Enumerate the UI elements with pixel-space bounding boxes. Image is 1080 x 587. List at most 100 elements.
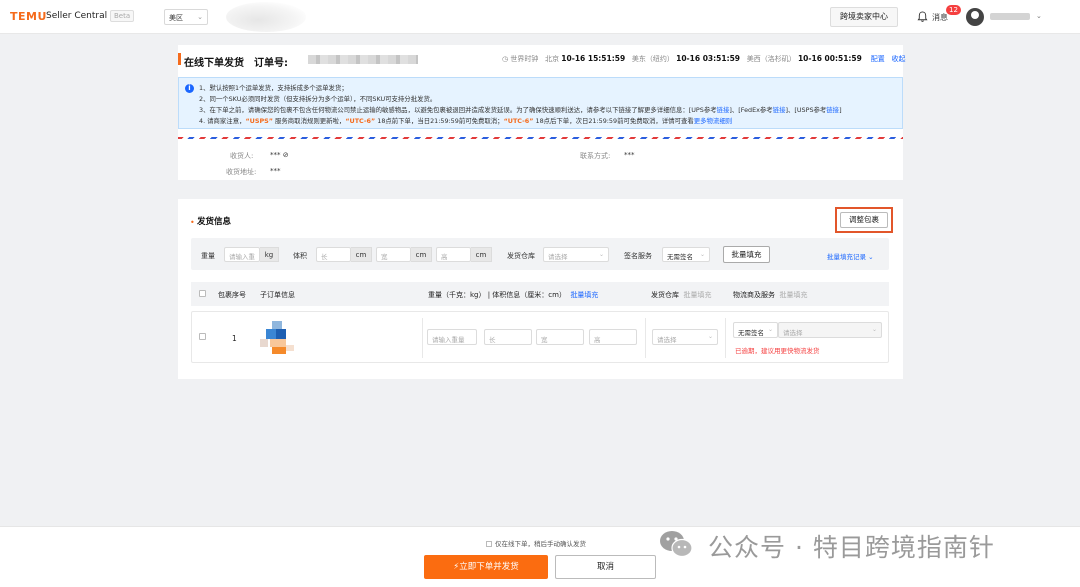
cross-border-center-button[interactable]: 跨境卖家中心	[830, 7, 898, 27]
watermark: 公众号 · 特目跨境指南针	[656, 525, 1056, 565]
notice-line: 1、默认按照1个运单发货，支持拆成多个运单发货；	[199, 84, 348, 92]
messages-label[interactable]: 消息	[932, 12, 948, 23]
submit-and-ship-button[interactable]: ⚡立即下单并发货	[424, 555, 548, 579]
avatar[interactable]	[966, 8, 984, 26]
bell-icon[interactable]	[917, 11, 928, 23]
col-package-no: 包裹序号	[218, 291, 246, 299]
warehouse-batch-fill-link[interactable]: 批量填充	[683, 291, 711, 299]
col-warehouse: 发货仓库 批量填充	[651, 291, 712, 299]
address-label: 收货地址:	[226, 168, 257, 176]
warehouse-label: 发货仓库	[507, 252, 535, 260]
volume-label: 体积	[293, 252, 307, 260]
clock-icon: ◷	[502, 55, 509, 63]
row-weight-input[interactable]: 请输入重量	[427, 329, 477, 345]
row-width-input[interactable]: 宽	[536, 329, 584, 345]
chevron-down-icon: ⌄	[598, 251, 604, 258]
cell-divider	[645, 318, 646, 358]
table-row: 1 请输入重量 长 宽 高 请选择 ⌄ 无需签名 ⌄ 请选择 ⌄ 已逾期，建议用	[191, 311, 889, 363]
weight-label: 重量	[201, 252, 215, 260]
fedex-link[interactable]: 链接	[773, 106, 786, 114]
chevron-down-icon: ⌄	[868, 253, 874, 261]
address-value: ***	[270, 167, 281, 175]
overdue-warning: 已逾期，建议用更快物流发货	[735, 347, 820, 355]
page-title: 在线下单发货	[184, 58, 244, 69]
world-clock: ◷ 世界时钟 北京 10-16 15:51:59 美东（纽约） 10-16 03…	[502, 54, 905, 66]
chevron-down-icon: ⌄	[707, 333, 713, 340]
wechat-icon	[660, 531, 693, 558]
usps-link[interactable]: 链接	[826, 106, 839, 114]
collapse-link[interactable]: 收起	[891, 55, 905, 63]
cell-divider	[725, 318, 726, 358]
height-input[interactable]: 高	[436, 247, 471, 262]
chevron-down-icon[interactable]: ⌄	[1036, 12, 1042, 20]
adjust-package-button[interactable]: 调整包裹	[840, 212, 888, 228]
recipient-label: 收货人:	[230, 152, 254, 160]
contact-value: ***	[624, 151, 635, 159]
world-clock-label: 世界时钟	[510, 55, 539, 63]
order-number-label: 订单号:	[254, 58, 288, 69]
config-link[interactable]: 配置	[871, 55, 885, 63]
width-input[interactable]: 宽	[376, 247, 411, 262]
app-name: Seller Central	[46, 11, 108, 21]
username-masked[interactable]	[990, 13, 1030, 20]
signature-select[interactable]: 无需签名 ⌄	[662, 247, 710, 262]
length-input[interactable]: 长	[316, 247, 351, 262]
cm-unit: cm	[351, 247, 372, 262]
chevron-down-icon: ⌄	[871, 326, 877, 333]
warehouse-select[interactable]: 请选择 ⌄	[543, 247, 609, 262]
top-nav-bar: TEMU Seller Central Beta 美区 ⌄ 跨境卖家中心 消息 …	[0, 0, 1080, 34]
logistics-batch-fill-link[interactable]: 批量填充	[779, 291, 807, 299]
temu-logo[interactable]: TEMU	[10, 10, 47, 23]
cm-unit: cm	[471, 247, 492, 262]
cell-divider	[422, 318, 423, 358]
clock-city: 美西（洛杉矶）	[746, 55, 796, 63]
cancel-button[interactable]: 取消	[555, 555, 656, 579]
online-only-checkbox[interactable]: 仅在线下单，稍后手动确认发货	[486, 538, 586, 548]
globe-decoration	[226, 2, 306, 32]
title-accent-bar	[178, 53, 181, 65]
row-checkbox[interactable]	[199, 333, 206, 340]
col-sub-order: 子订单信息	[260, 291, 295, 299]
clock-time: 10-16 15:51:59	[561, 54, 626, 63]
weight-input[interactable]: 请输入重	[224, 247, 260, 262]
row-signature-select[interactable]: 无需签名 ⌄	[733, 322, 778, 338]
notice-line: 4. 请商家注意，“USPS” 服务商取消规则更新啦，“UTC-6” 18点前下…	[199, 117, 733, 125]
chevron-down-icon: ⌄	[767, 326, 773, 333]
chevron-down-icon: ⌄	[197, 13, 203, 21]
logistics-rules-link[interactable]: 更多物流细则	[694, 117, 732, 125]
signature-label: 签名服务	[624, 252, 652, 260]
contact-label: 联系方式:	[580, 152, 611, 160]
batch-fill-history-link[interactable]: 批量填充记录 ⌄	[827, 251, 874, 261]
cm-unit: cm	[411, 247, 432, 262]
beta-badge: Beta	[110, 10, 135, 22]
clock-time: 10-16 03:51:59	[676, 54, 741, 63]
package-index: 1	[232, 334, 237, 343]
chevron-down-icon: ⌄	[699, 251, 705, 258]
recipient-value: *** ⊘	[270, 151, 289, 159]
checkbox[interactable]	[486, 541, 492, 547]
order-number-masked	[308, 55, 418, 64]
notice-line: 2、同一个SKU必须同时发货（但支持拆分为多个运单），不同SKU可支持分批发货。	[199, 95, 437, 103]
info-icon: i	[185, 84, 194, 93]
row-height-input[interactable]: 高	[589, 329, 637, 345]
shipping-title: 发货信息	[197, 217, 232, 227]
clock-city: 北京	[545, 55, 560, 63]
col-weight-dims: 重量（千克：kg） | 体积信息（厘米：cm） 批量填充	[428, 291, 599, 299]
required-dot: •	[190, 218, 195, 227]
row-logistics-select[interactable]: 请选择 ⌄	[778, 322, 882, 338]
select-all-checkbox[interactable]	[199, 290, 206, 297]
clock-city: 美东（纽约）	[631, 55, 674, 63]
row-warehouse-select[interactable]: 请选择 ⌄	[652, 329, 718, 345]
batch-fill-button[interactable]: 批量填充	[723, 246, 770, 263]
clock-time: 10-16 00:51:59	[797, 54, 862, 63]
product-thumbnail[interactable]	[258, 319, 302, 357]
table-header: 包裹序号 子订单信息 重量（千克：kg） | 体积信息（厘米：cm） 批量填充 …	[191, 282, 889, 306]
messages-count-badge: 12	[946, 5, 961, 15]
order-card: 在线下单发货 订单号: ◷ 世界时钟 北京 10-16 15:51:59 美东（…	[178, 45, 905, 180]
region-select[interactable]: 美区 ⌄	[164, 9, 208, 25]
region-value: 美区	[169, 14, 183, 22]
row-length-input[interactable]: 长	[484, 329, 532, 345]
shipping-card: • 发货信息 调整包裹 重量 请输入重 kg 体积 长 cm 宽 cm 高 cm…	[178, 199, 903, 379]
weight-batch-fill-link[interactable]: 批量填充	[570, 291, 598, 299]
ups-link[interactable]: 链接	[717, 106, 730, 114]
